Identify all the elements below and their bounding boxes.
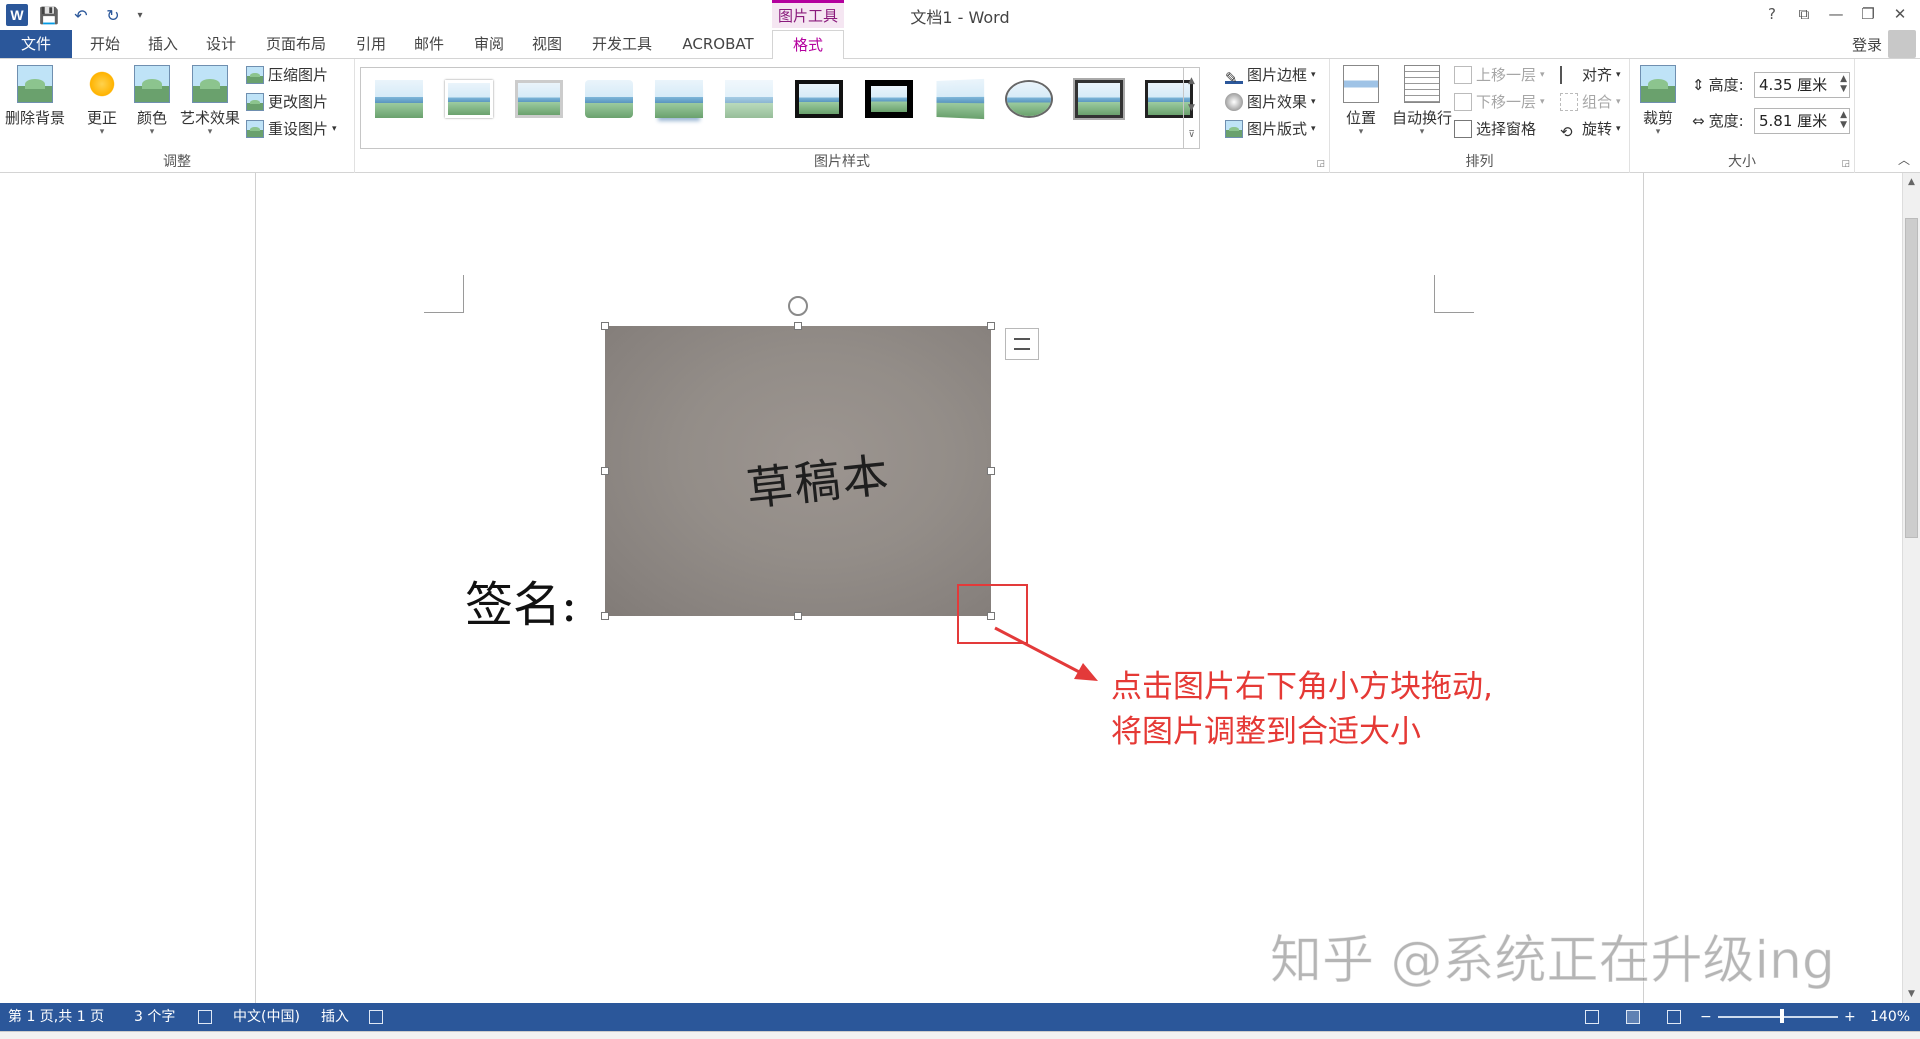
status-insert-mode[interactable]: 插入 — [321, 1003, 349, 1031]
annotation-arrow — [0, 0, 1920, 1039]
scroll-thumb[interactable] — [1905, 218, 1918, 538]
status-word-count[interactable]: 3 个字 — [134, 1003, 175, 1031]
status-bar: 第 1 页,共 1 页 3 个字 中文(中国) 插入 − + 140% — [0, 1003, 1920, 1031]
annotation-line-1: 点击图片右下角小方块拖动, — [1111, 665, 1493, 710]
print-layout-icon[interactable] — [1626, 1010, 1640, 1024]
scroll-up-icon[interactable]: ▲ — [1903, 173, 1920, 191]
vertical-scrollbar[interactable]: ▲ ▼ — [1902, 173, 1920, 1003]
web-layout-icon[interactable] — [1667, 1010, 1681, 1024]
zoom-in-icon[interactable]: + — [1844, 1003, 1856, 1031]
zoom-slider-thumb[interactable] — [1780, 1009, 1784, 1023]
proofing-icon[interactable] — [198, 1010, 212, 1024]
status-language[interactable]: 中文(中国) — [233, 1003, 300, 1031]
status-page[interactable]: 第 1 页,共 1 页 — [8, 1003, 104, 1031]
macro-record-icon[interactable] — [369, 1010, 383, 1024]
scroll-down-icon[interactable]: ▼ — [1903, 985, 1920, 1003]
annotation-line-2: 将图片调整到合适大小 — [1111, 710, 1493, 755]
taskbar-strip — [0, 1031, 1920, 1039]
zoom-out-icon[interactable]: − — [1700, 1003, 1712, 1031]
zoom-level[interactable]: 140% — [1870, 1003, 1910, 1031]
zoom-slider[interactable] — [1718, 1016, 1838, 1018]
read-mode-icon[interactable] — [1585, 1010, 1599, 1024]
watermark: 知乎 @系统正在升级ing — [1270, 918, 1835, 993]
annotation-text: 点击图片右下角小方块拖动, 将图片调整到合适大小 — [1111, 665, 1493, 755]
